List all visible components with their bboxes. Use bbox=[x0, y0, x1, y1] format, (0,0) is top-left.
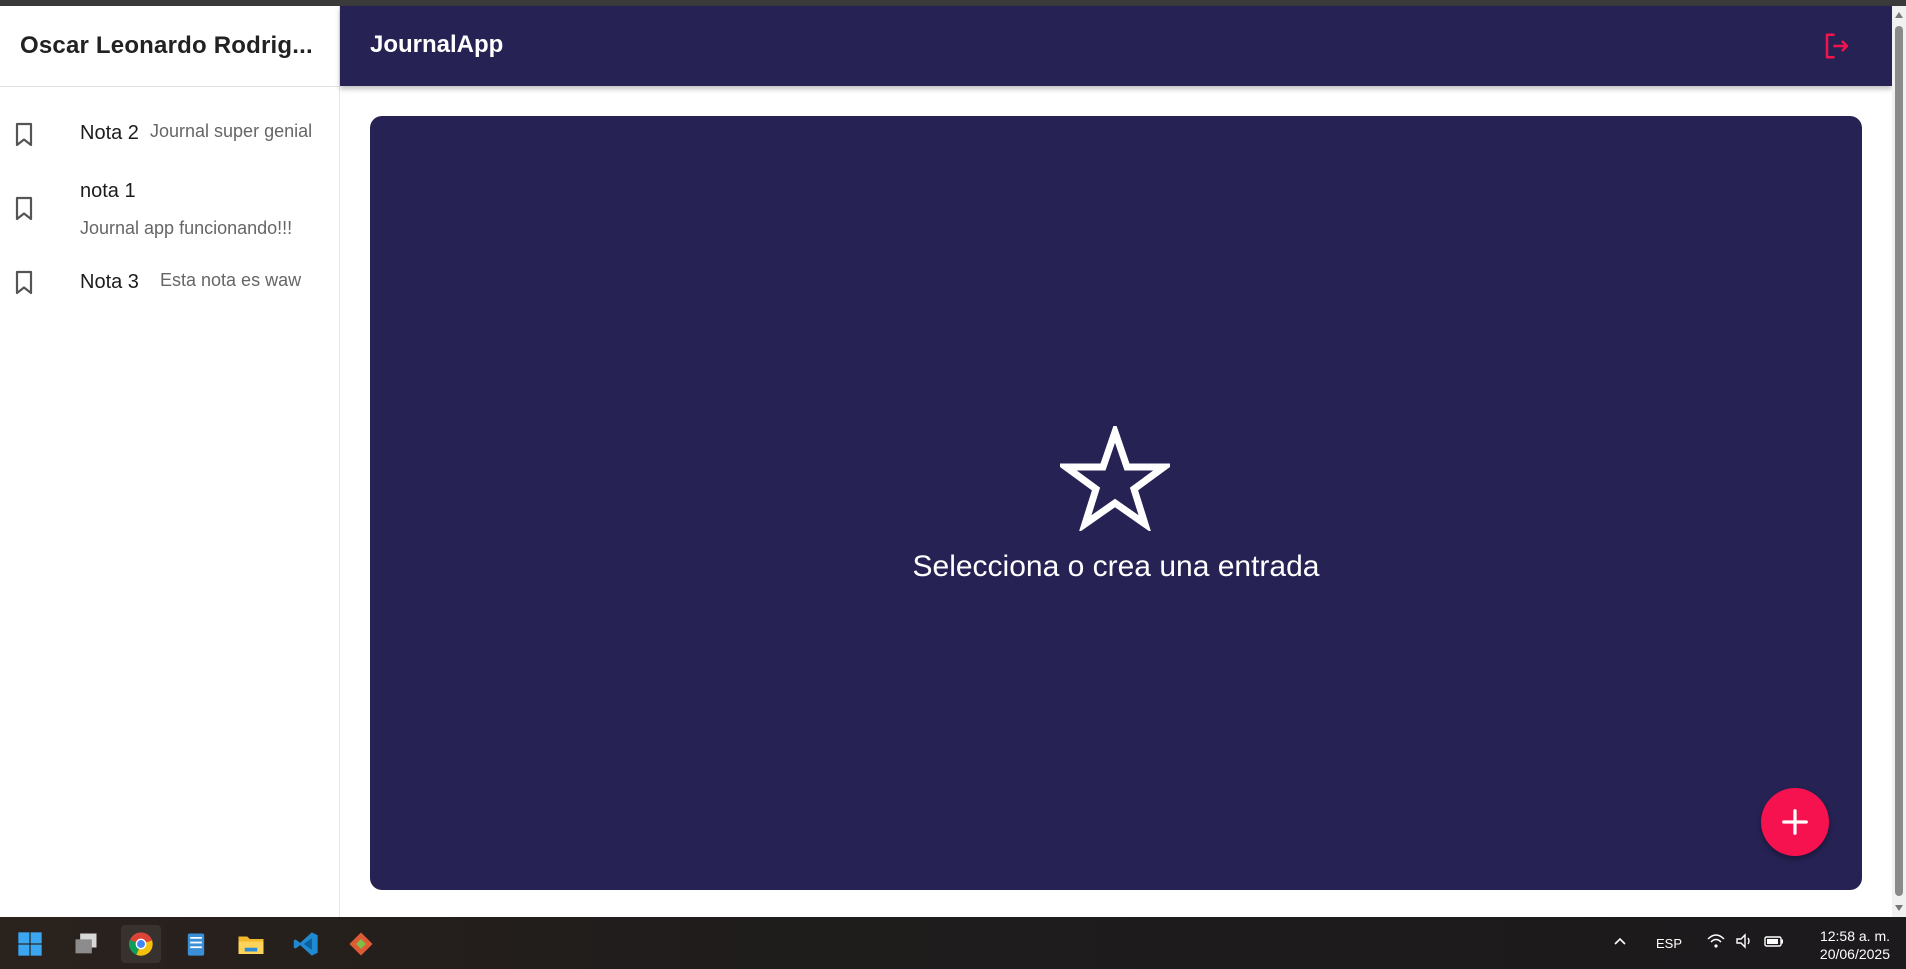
star-outline-icon bbox=[1060, 426, 1170, 531]
chrome-icon[interactable] bbox=[121, 925, 161, 963]
logout-icon bbox=[1825, 33, 1849, 58]
app-bar: JournalApp bbox=[340, 6, 1892, 86]
page-scrollbar[interactable] bbox=[1892, 6, 1906, 917]
note-item[interactable]: Nota 3 Esta nota es waw bbox=[0, 256, 339, 316]
note-title: Nota 2 bbox=[80, 122, 139, 144]
note-body: Journal super genial bbox=[150, 121, 313, 141]
vscode-icon[interactable] bbox=[286, 925, 326, 963]
file-explorer-icon[interactable] bbox=[231, 925, 271, 963]
show-hidden-icons-icon[interactable] bbox=[1612, 933, 1628, 952]
bookmark-icon bbox=[15, 122, 33, 147]
note-title: nota 1 bbox=[80, 180, 136, 202]
note-body: Esta nota es waw bbox=[160, 270, 302, 290]
windows-taskbar: ESP 12:58 a. m. 20/06/2025 bbox=[0, 917, 1906, 969]
wifi-icon[interactable] bbox=[1706, 931, 1726, 954]
task-view-icon[interactable] bbox=[66, 925, 106, 963]
sidebar: Oscar Leonardo Rodrig... Nota 2 Journal … bbox=[0, 6, 340, 917]
language-indicator[interactable]: ESP bbox=[1656, 936, 1682, 951]
empty-state-message: Selecciona o crea una entrada bbox=[912, 550, 1320, 583]
note-body: Journal app funcionando!!! bbox=[80, 218, 293, 238]
add-icon bbox=[1782, 809, 1808, 835]
note-title: Nota 3 bbox=[80, 271, 139, 293]
git-icon[interactable] bbox=[341, 925, 381, 963]
logout-button[interactable] bbox=[1820, 30, 1854, 64]
empty-state-panel: Selecciona o crea una entrada bbox=[370, 116, 1862, 890]
bookmark-icon bbox=[15, 270, 33, 295]
taskbar-clock[interactable]: 12:58 a. m. 20/06/2025 bbox=[1800, 927, 1890, 963]
windows-start-icon[interactable] bbox=[10, 925, 50, 963]
battery-icon[interactable] bbox=[1762, 931, 1786, 954]
app-title: JournalApp bbox=[370, 31, 504, 58]
notepad-icon[interactable] bbox=[176, 925, 216, 963]
clock-date: 20/06/2025 bbox=[1819, 946, 1890, 962]
note-item[interactable]: nota 1 Journal app funcionando!!! bbox=[0, 166, 339, 256]
scroll-up-icon[interactable] bbox=[1894, 10, 1904, 20]
volume-icon[interactable] bbox=[1734, 931, 1754, 954]
sidebar-header: Oscar Leonardo Rodrig... bbox=[0, 6, 339, 87]
note-item[interactable]: Nota 2 Journal super genial bbox=[0, 92, 339, 152]
add-note-button[interactable] bbox=[1761, 788, 1829, 856]
user-name: Oscar Leonardo Rodrig... bbox=[20, 32, 313, 59]
scroll-down-icon[interactable] bbox=[1894, 903, 1904, 913]
clock-time: 12:58 a. m. bbox=[1819, 928, 1890, 944]
scroll-thumb[interactable] bbox=[1895, 26, 1903, 896]
bookmark-icon bbox=[15, 196, 33, 221]
